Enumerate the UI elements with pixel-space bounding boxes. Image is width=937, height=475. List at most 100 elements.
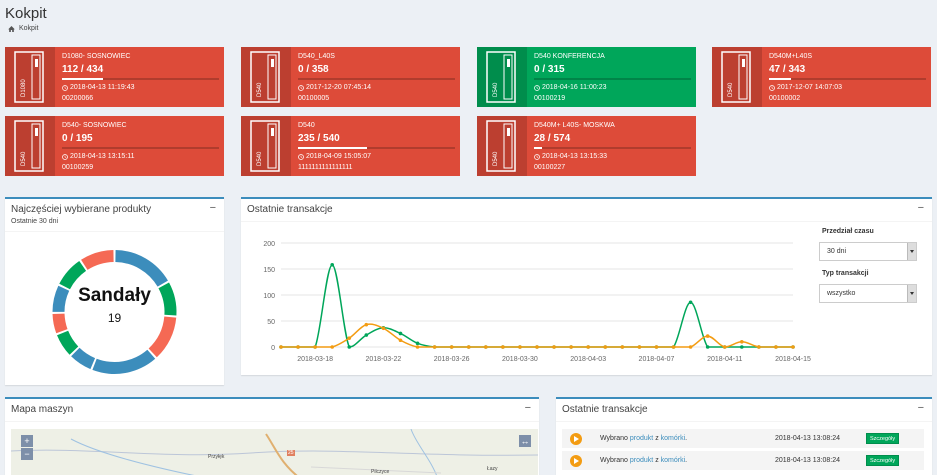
machine-tile[interactable]: D540 D540 235 / 540 2018-04-09 15:05:07 … [241,116,460,176]
type-select-value: wszystko [827,290,856,297]
donut-center-label: Sandały [78,285,151,306]
data-point [586,345,590,349]
donut-center-value: 19 [107,311,122,325]
machine-count: 47 / 343 [769,64,806,75]
clock-icon [62,84,68,91]
vending-machine-icon: D540 [721,51,751,103]
vending-machine-icon: D540 [14,120,44,172]
zoom-in-button[interactable]: + [21,435,33,447]
donut-segment[interactable] [115,250,168,287]
machine-name: D540 [298,122,315,129]
machine-tile[interactable]: D540 D540M+ L40S- MOSKWA 28 / 574 2018-0… [477,116,696,176]
machine-progress [769,78,926,80]
details-button[interactable]: Szczegóły [866,455,900,466]
donut-segment[interactable] [92,349,156,374]
x-tick-label: 2018-03-30 [502,356,538,363]
machine-tile[interactable]: D1080 D1080- SOSNOWIEC 112 / 434 2018-04… [5,47,224,107]
machine-name: D540 KONFERENCJA [534,53,605,60]
machine-tile[interactable]: D540 D540 KONFERENCJA 0 / 315 2018-04-16… [477,47,696,107]
machine-tile[interactable]: D540 D540_L40S 0 / 358 2017-12-20 07:45:… [241,47,460,107]
recent-transactions-panel: Ostatnie transakcje − Wybrano produkt z … [556,397,932,475]
transaction-row: Wybrano produkt z komórki. 2018-04-13 13… [562,451,924,471]
data-point [398,331,403,336]
arrow-right-icon [570,455,582,467]
vending-machine-icon: D540 [250,120,280,172]
data-point [347,336,352,340]
collapse-button[interactable]: − [918,402,924,414]
machine-icon-area: D540 [477,47,527,107]
machine-tile[interactable]: D540 D540M+L40S 47 / 343 2017-12-07 14:0… [712,47,931,107]
machine-count: 0 / 358 [298,64,329,75]
clock-icon [298,84,304,91]
machine-icon-area: D540 [5,116,55,176]
machine-model-label: D540 [21,151,27,166]
breadcrumb[interactable]: Kokpit [8,25,38,32]
data-point [603,345,608,349]
machine-id: 00100227 [534,164,566,171]
machine-model-label: D540 [257,151,263,166]
donut-segment[interactable] [81,250,114,270]
donut-segment[interactable] [57,330,79,355]
machine-id: 00100005 [298,95,330,102]
machine-date-text: 2018-04-13 13:15:33 [542,153,607,160]
data-point [501,345,505,349]
data-point [398,338,403,343]
transaction-date: 2018-04-13 13:08:24 [775,435,840,442]
data-point [722,345,727,349]
data-point [705,334,710,338]
cell-link[interactable]: komórki [661,457,686,464]
data-point [330,263,334,267]
data-point [449,345,454,349]
machine-date-text: 2017-12-07 14:07:03 [777,84,842,91]
data-point [620,345,625,349]
machine-name: D1080- SOSNOWIEC [62,53,131,60]
machine-name: D540M+ L40S- MOSKWA [534,122,615,129]
machine-count: 0 / 315 [534,64,565,75]
cell-link[interactable]: komórki [661,435,686,442]
machine-count: 0 / 195 [62,133,93,144]
machine-count: 28 / 574 [534,133,571,144]
machine-name: D540- SOSNOWIEC [62,122,127,129]
machine-date: 2018-04-13 11:19:43 [62,84,134,91]
machine-progress-fill [62,78,103,80]
product-link[interactable]: produkt [630,435,653,442]
x-tick-label: 2018-03-18 [297,356,333,363]
data-point [740,345,744,349]
vending-machine-icon: D1080 [14,51,44,103]
machine-date: 2018-04-09 15:05:07 [298,153,371,160]
donut-segment[interactable] [71,347,96,370]
data-point [791,345,795,349]
data-point [654,345,659,349]
map-canvas[interactable]: + − ↔ Przyłęk Pilczyce Łazy 25 [11,429,538,475]
product-link[interactable]: produkt [630,457,653,464]
data-point [279,345,283,349]
type-select[interactable]: wszystko [819,284,917,303]
data-point [740,340,744,344]
zoom-out-button[interactable]: − [21,448,33,460]
expand-icon[interactable]: ↔ [519,435,531,447]
clock-icon [534,84,540,91]
breadcrumb-label: Kokpit [19,25,39,32]
period-select[interactable]: 30 dni [819,242,917,261]
page-title: Kokpit [5,5,47,22]
clock-icon [534,153,540,160]
y-tick-label: 150 [263,267,275,274]
data-point [432,345,437,349]
collapse-button[interactable]: − [525,402,531,414]
machine-date-text: 2018-04-09 15:05:07 [306,153,371,160]
period-label: Przedział czasu [822,228,874,235]
data-point [330,345,334,349]
details-button[interactable]: Szczegóły [866,433,900,444]
map-place-label: Pilczyce [371,469,390,475]
machine-progress [62,78,219,80]
series-line [281,323,793,348]
collapse-button[interactable]: − [918,202,924,214]
vending-machine-icon: D540 [250,51,280,103]
machine-date-text: 2018-04-13 11:19:43 [70,84,135,91]
machine-icon-area: D540 [477,116,527,176]
machine-tile[interactable]: D540 D540- SOSNOWIEC 0 / 195 2018-04-13 … [5,116,224,176]
arrow-right-icon [570,433,582,445]
data-point [569,345,573,349]
machine-count: 112 / 434 [62,64,104,75]
map-panel: Mapa maszyn − + − ↔ Przyłęk Pilczyce Łaz… [5,397,539,475]
